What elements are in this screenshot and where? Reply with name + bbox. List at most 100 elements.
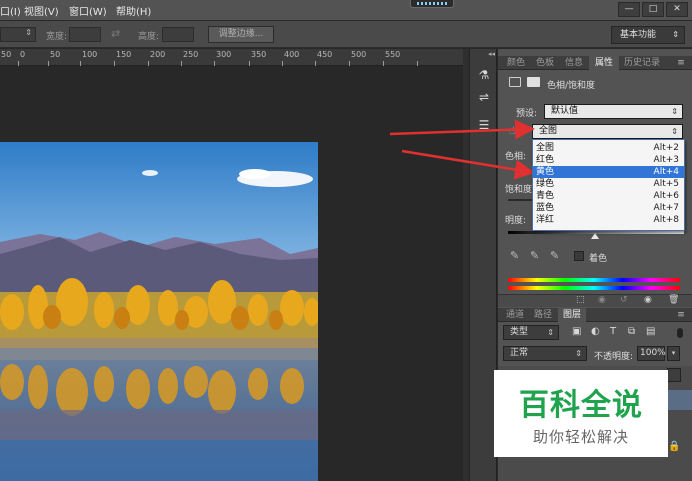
tab-swatches[interactable]: 色板 (531, 56, 559, 70)
channel-select[interactable]: 全图 ⇕ (532, 124, 683, 139)
ruler-tick (114, 61, 115, 66)
ruler-tick-label: 50 (50, 50, 61, 59)
ruler-tick-label: 550 (385, 50, 401, 59)
preset-value: 默认值 (551, 106, 579, 116)
filter-type-icon[interactable]: T (610, 326, 616, 337)
ruler-tick-label: 0 (20, 50, 26, 59)
channel-value: 全图 (539, 126, 558, 136)
kind-label: 类型 (510, 327, 529, 337)
refine-edge-button[interactable]: 调整边缘... (208, 26, 274, 43)
photoshop-window: 口(I) 视图(V) 窗口(W) 帮助(H) — □ ✕ ⇕ 宽度: ⇄ 高度:… (0, 0, 692, 481)
watermark-logo: 百科全说 助你轻松解决 (494, 370, 668, 457)
tab-layers[interactable]: 图层 (558, 308, 586, 322)
dropdown-item-shortcut: Alt+2 (653, 143, 679, 153)
dropdown-item-blues[interactable]: 蓝色 Alt+7 (533, 202, 684, 214)
opacity-label: 不透明度: (594, 352, 634, 362)
ruler-tick-label: 400 (284, 50, 300, 59)
tab-paths[interactable]: 路径 (530, 308, 556, 322)
view-previous-icon[interactable]: ◉ (598, 295, 606, 305)
options-bar: ⇕ 宽度: ⇄ 高度: 调整边缘... (0, 21, 692, 48)
minimize-button[interactable]: — (618, 2, 640, 17)
ruler-tick (148, 61, 149, 66)
filter-smart-object-icon[interactable]: ▤ (646, 326, 655, 337)
height-input[interactable] (162, 27, 194, 42)
ruler-tick-label: 250 (183, 50, 199, 59)
menu-view[interactable]: 视图(V) (24, 3, 59, 18)
ruler-tick (417, 61, 418, 66)
ruler-tick-label: 300 (216, 50, 232, 59)
opacity-dropdown[interactable]: ▾ (667, 346, 680, 361)
sliders-icon[interactable]: ⇌ (476, 89, 492, 105)
eyedropper-plus-icon[interactable]: ✎ (530, 249, 539, 262)
blend-mode-value: 正常 (510, 348, 529, 358)
ruler-tick (80, 61, 81, 66)
preset-select[interactable]: 默认值 ⇕ (544, 104, 683, 119)
tab-channels[interactable]: 通道 (502, 308, 528, 322)
eyedropper-icon[interactable]: ✎ (510, 249, 519, 262)
lightness-label: 明度: (505, 216, 527, 226)
ruler-tick-label: 450 (317, 50, 333, 59)
dropdown-item-greens[interactable]: 绿色 Alt+5 (533, 178, 684, 190)
ruler-tick-label: 100 (82, 50, 98, 59)
tab-history[interactable]: 历史记录 (620, 56, 664, 70)
width-input[interactable] (69, 27, 101, 42)
layers-tab-row: 通道 路径 图层 ≡ (498, 308, 692, 322)
adjustment-tool-icon[interactable]: ⚗ (476, 67, 492, 83)
mask-icon (527, 77, 540, 87)
dropdown-item-shortcut: Alt+6 (653, 191, 679, 201)
dropdown-item-magentas[interactable]: 洋红 Alt+8 (533, 214, 684, 226)
collapse-icon[interactable]: ◂◂ (488, 50, 495, 58)
menu-image[interactable]: 口(I) (0, 3, 21, 18)
filter-adjustment-icon[interactable]: ◐ (591, 326, 600, 337)
dropdown-item-reds[interactable]: 红色 Alt+3 (533, 154, 684, 166)
maximize-button[interactable]: □ (642, 2, 664, 17)
panel-icon-strip: ◂◂ ⚗ ⇌ ☰ (469, 49, 497, 481)
menu-help[interactable]: 帮助(H) (116, 3, 151, 18)
tab-color[interactable]: 颜色 (502, 56, 530, 70)
ruler-tick (181, 61, 182, 66)
colorize-checkbox[interactable] (574, 251, 584, 261)
properties-tab-row: 颜色 色板 信息 属性 历史记录 ≡ (498, 56, 692, 70)
tab-properties[interactable]: 属性 (589, 56, 619, 70)
tab-info[interactable]: 信息 (560, 56, 588, 70)
opacity-input[interactable]: 100% (637, 346, 666, 361)
dropdown-item-label: 绿色 (536, 179, 555, 189)
workspace-select[interactable]: 基本功能 ⇕ (611, 26, 685, 44)
menu-window[interactable]: 窗口(W) (69, 3, 107, 18)
bridge-button[interactable] (410, 0, 454, 8)
layer-kind-filter[interactable]: 类型 ⇕ (503, 325, 559, 340)
reset-icon[interactable]: ↺ (620, 295, 628, 305)
swap-icon[interactable]: ⇄ (111, 27, 120, 40)
dropdown-item-label: 洋红 (536, 215, 555, 225)
saturation-slider-track[interactable] (508, 199, 532, 201)
fill-dropdown[interactable] (667, 368, 681, 382)
landscape-photo[interactable] (0, 142, 318, 481)
adjustment-layer-icon (509, 77, 521, 87)
trash-icon[interactable]: 🗑 (668, 295, 679, 305)
ruler-tick (349, 61, 350, 66)
eyedropper-minus-icon[interactable]: ✎ (550, 249, 559, 262)
width-label: 宽度: (46, 32, 68, 42)
lightness-slider-thumb[interactable] (591, 233, 599, 239)
panel-menu-icon[interactable]: ≡ (674, 56, 688, 70)
close-button[interactable]: ✕ (666, 2, 688, 17)
dropdown-item-cyans[interactable]: 青色 Alt+6 (533, 190, 684, 202)
visibility-icon[interactable]: ◉ (644, 295, 652, 305)
ruler-tick-label: 150 (116, 50, 132, 59)
dropdown-item-shortcut: Alt+5 (653, 179, 679, 189)
dropdown-item-master[interactable]: 全图 Alt+2 (533, 142, 684, 154)
filter-shape-icon[interactable]: ⧉ (628, 326, 635, 337)
layers-menu-icon[interactable]: ≡ (674, 308, 688, 322)
blend-mode-select[interactable]: 正常 ⇕ (503, 346, 587, 361)
top-ruler: 50 0 50 100 150 200 250 300 350 400 450 … (0, 49, 463, 66)
chevron-updown-icon: ⇕ (672, 30, 679, 39)
filter-toggle[interactable] (677, 328, 683, 338)
clip-to-layer-icon[interactable]: ⬚ (576, 295, 585, 305)
dropdown-item-label: 全图 (536, 143, 555, 153)
ruler-tick-label: 50 (1, 50, 12, 59)
filter-pixel-icon[interactable]: ▣ (572, 326, 581, 337)
properties-footer: ⬚ ◉ ↺ ◉ 🗑 (498, 294, 692, 307)
dropdown-item-yellows[interactable]: 黄色 Alt+4 (533, 166, 684, 178)
dropdown-item-shortcut: Alt+8 (653, 215, 679, 225)
style-select[interactable]: ⇕ (0, 27, 36, 42)
